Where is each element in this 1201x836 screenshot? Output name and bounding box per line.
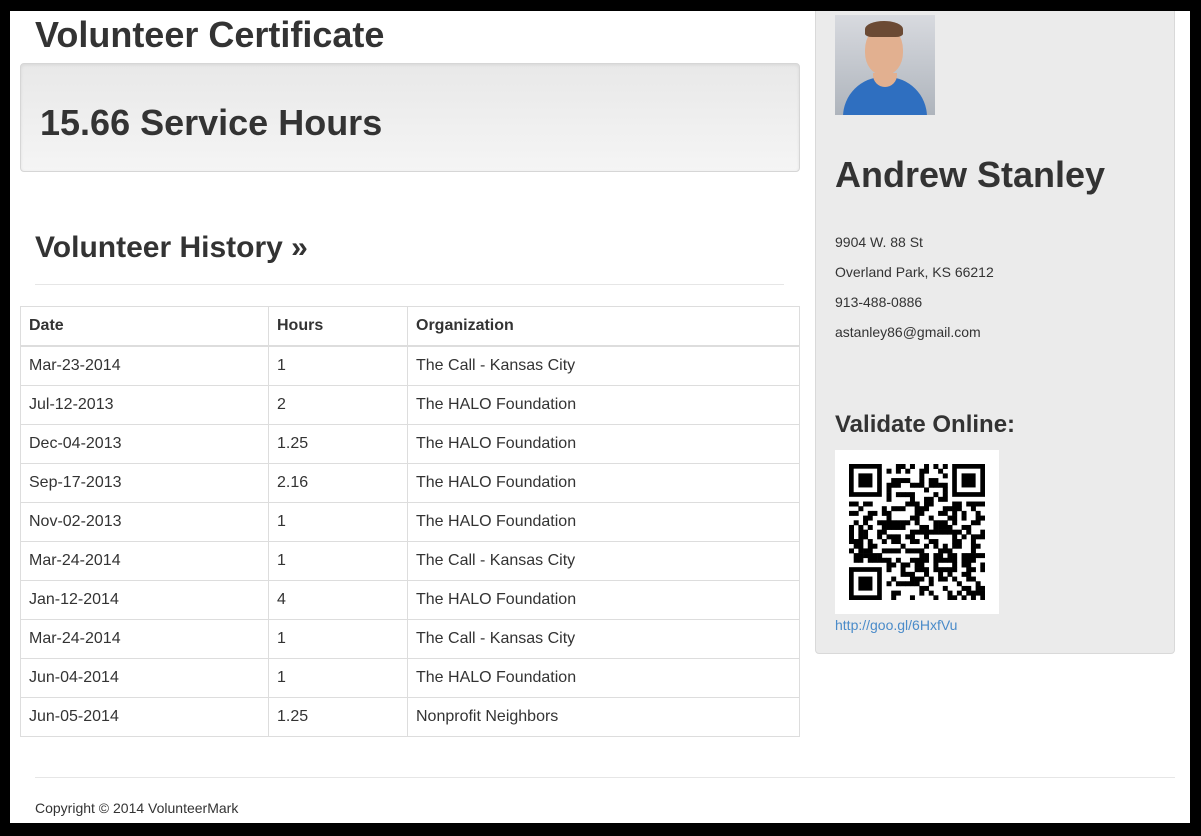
cell-organization: The HALO Foundation — [407, 463, 800, 503]
table-row: Mar-23-2014 1 The Call - Kansas City — [20, 345, 800, 386]
address-line-1: 9904 W. 88 St — [835, 234, 923, 250]
page-title: Volunteer Certificate — [35, 14, 385, 55]
volunteer-history-heading[interactable]: Volunteer History » — [35, 229, 308, 267]
table-row: Jun-04-2014 1 The HALO Foundation — [20, 658, 800, 698]
cell-organization: Nonprofit Neighbors — [407, 697, 800, 737]
table-row: Jul-12-2013 2 The HALO Foundation — [20, 385, 800, 425]
footer-divider — [35, 777, 1175, 778]
table-row: Jun-05-2014 1.25 Nonprofit Neighbors — [20, 697, 800, 737]
cell-organization: The Call - Kansas City — [407, 541, 800, 581]
cell-date: Jun-05-2014 — [20, 697, 269, 737]
email-address: astanley86@gmail.com — [835, 324, 981, 340]
cell-hours: 1 — [268, 502, 408, 542]
table-row: Jan-12-2014 4 The HALO Foundation — [20, 580, 800, 620]
cell-hours: 4 — [268, 580, 408, 620]
cell-date: Mar-24-2014 — [20, 619, 269, 659]
cell-hours: 1 — [268, 541, 408, 581]
cell-organization: The HALO Foundation — [407, 502, 800, 542]
section-divider — [35, 284, 784, 285]
cell-date: Jan-12-2014 — [20, 580, 269, 620]
cell-organization: The Call - Kansas City — [407, 345, 800, 386]
table-row: Mar-24-2014 1 The Call - Kansas City — [20, 619, 800, 659]
validate-link[interactable]: http://goo.gl/6HxfVu — [835, 616, 957, 634]
certificate-page: Volunteer Certificate 15.66 Service Hour… — [10, 11, 1190, 823]
cell-date: Jun-04-2014 — [20, 658, 269, 698]
address-line-2: Overland Park, KS 66212 — [835, 264, 994, 280]
profile-sidebar: Andrew Stanley 9904 W. 88 St Overland Pa… — [815, 11, 1175, 654]
table-header-row: Date Hours Organization — [20, 306, 800, 347]
service-hours-total: 15.66 Service Hours — [40, 102, 383, 143]
cell-hours: 1.25 — [268, 424, 408, 464]
cell-hours: 1 — [268, 619, 408, 659]
table-row: Nov-02-2013 1 The HALO Foundation — [20, 502, 800, 542]
cell-date: Nov-02-2013 — [20, 502, 269, 542]
table-row: Mar-24-2014 1 The Call - Kansas City — [20, 541, 800, 581]
qr-code-icon — [849, 464, 985, 600]
cell-organization: The Call - Kansas City — [407, 619, 800, 659]
column-header-hours: Hours — [268, 306, 408, 347]
table-row: Dec-04-2013 1.25 The HALO Foundation — [20, 424, 800, 464]
cell-date: Mar-24-2014 — [20, 541, 269, 581]
cell-organization: The HALO Foundation — [407, 385, 800, 425]
table-row: Sep-17-2013 2.16 The HALO Foundation — [20, 463, 800, 503]
avatar — [835, 15, 935, 115]
cell-hours: 1.25 — [268, 697, 408, 737]
cell-hours: 1 — [268, 345, 408, 386]
cell-hours: 2 — [268, 385, 408, 425]
cell-organization: The HALO Foundation — [407, 658, 800, 698]
cell-hours: 2.16 — [268, 463, 408, 503]
service-hours-panel: 15.66 Service Hours — [20, 63, 800, 172]
qr-code — [835, 450, 999, 614]
cell-date: Jul-12-2013 — [20, 385, 269, 425]
volunteer-name: Andrew Stanley — [835, 154, 1106, 195]
cell-date: Dec-04-2013 — [20, 424, 269, 464]
cell-date: Mar-23-2014 — [20, 345, 269, 386]
validate-online-label: Validate Online: — [835, 411, 1016, 438]
cell-date: Sep-17-2013 — [20, 463, 269, 503]
copyright-text: Copyright © 2014 VolunteerMark — [35, 800, 239, 816]
column-header-organization: Organization — [407, 306, 800, 347]
cell-organization: The HALO Foundation — [407, 580, 800, 620]
cell-hours: 1 — [268, 658, 408, 698]
column-header-date: Date — [20, 306, 269, 347]
volunteer-history-table: Date Hours Organization Mar-23-2014 1 The … — [20, 306, 800, 737]
phone-number: 913-488-0886 — [835, 294, 923, 310]
cell-organization: The HALO Foundation — [407, 424, 800, 464]
avatar-hair — [865, 21, 903, 37]
